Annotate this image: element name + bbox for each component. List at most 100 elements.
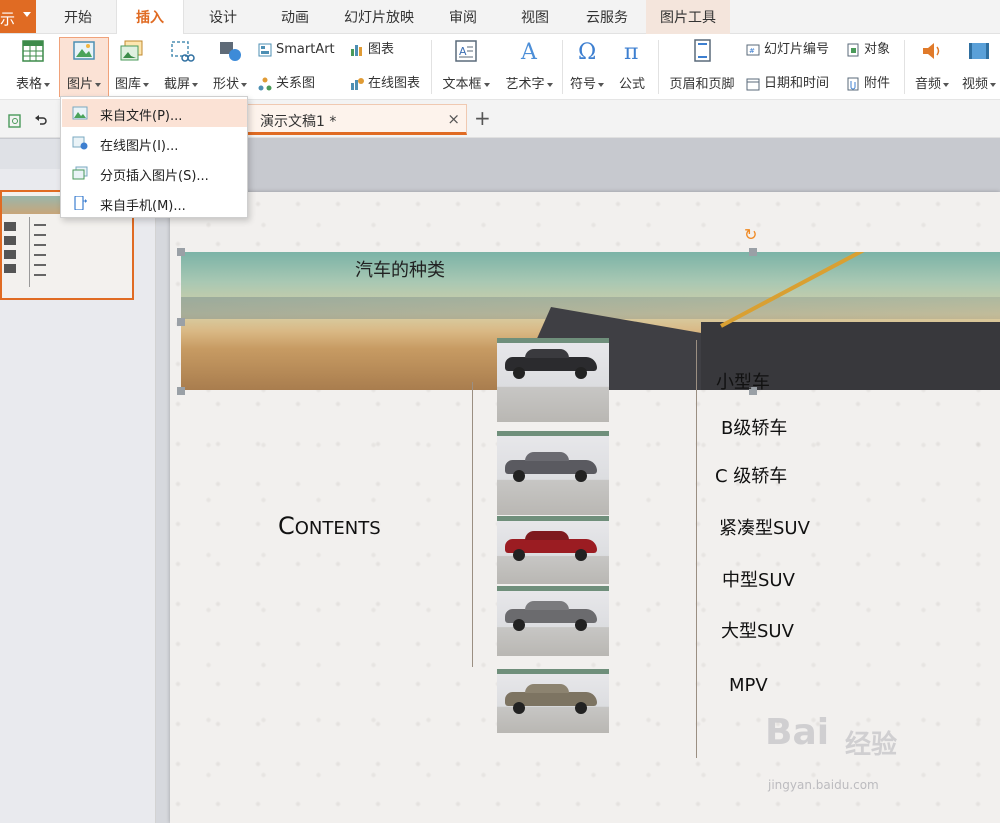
category-item[interactable]: 小型车 bbox=[716, 368, 770, 394]
gallery-icon bbox=[117, 37, 147, 65]
slide-number-label: 幻灯片编号 bbox=[764, 42, 830, 57]
ribbon-tab-strip: 示 开始 插入 设计 动画 幻灯片放映 审阅 视图 云服务 图片工具 bbox=[0, 0, 1000, 35]
screenshot-button[interactable]: 截屏 bbox=[158, 37, 204, 97]
car-image-5[interactable] bbox=[497, 669, 609, 733]
car-image-3[interactable] bbox=[497, 516, 609, 584]
tab-slideshow[interactable]: 幻灯片放映 bbox=[336, 0, 422, 34]
picture-icon bbox=[69, 37, 99, 65]
attachment-icon bbox=[846, 77, 860, 91]
category-item[interactable]: 中型SUV bbox=[722, 566, 795, 592]
undo-icon[interactable] bbox=[34, 112, 48, 131]
online-picture-icon bbox=[72, 136, 88, 150]
smartart-label: SmartArt bbox=[276, 42, 335, 57]
car-image-2[interactable] bbox=[497, 431, 609, 515]
slide-number-button[interactable]: # 幻灯片编号 bbox=[746, 40, 829, 60]
tab-design[interactable]: 设计 bbox=[192, 0, 254, 34]
screenshot-label: 截屏 bbox=[163, 77, 190, 92]
relation-diagram-label: 关系图 bbox=[276, 76, 316, 91]
shape-button[interactable]: 形状 bbox=[208, 37, 252, 97]
smartart-button[interactable]: SmartArt bbox=[258, 40, 335, 60]
ribbon-separator bbox=[904, 40, 905, 94]
online-chart-icon bbox=[350, 77, 364, 91]
new-tab-button[interactable]: + bbox=[474, 106, 491, 130]
picture-file-icon bbox=[72, 106, 88, 120]
gallery-button[interactable]: 图库 bbox=[110, 37, 154, 97]
audio-label: 音频 bbox=[914, 77, 941, 92]
formula-button[interactable]: π 公式 bbox=[612, 37, 652, 97]
panel-scrollbar[interactable] bbox=[156, 139, 170, 823]
svg-text:A: A bbox=[520, 40, 538, 65]
attachment-button[interactable]: 附件 bbox=[846, 74, 890, 94]
online-chart-button[interactable]: 在线图表 bbox=[350, 74, 420, 94]
video-icon bbox=[964, 37, 994, 65]
ribbon-separator bbox=[431, 40, 432, 94]
category-item[interactable]: MPV bbox=[729, 675, 768, 696]
picture-button[interactable]: 图片 bbox=[60, 37, 108, 97]
resize-handle[interactable] bbox=[177, 387, 185, 395]
attachment-label: 附件 bbox=[864, 76, 891, 91]
chart-button[interactable]: 图表 bbox=[350, 40, 394, 60]
ribbon-separator bbox=[658, 40, 659, 94]
menu-item-online-picture[interactable]: 在线图片(I)... bbox=[62, 129, 247, 157]
ribbon-separator bbox=[562, 40, 563, 94]
resize-handle[interactable] bbox=[177, 318, 185, 326]
menu-item-label: 在线图片(I)... bbox=[100, 139, 179, 154]
picture-label: 图片 bbox=[66, 77, 93, 92]
category-item[interactable]: 大型SUV bbox=[721, 617, 794, 643]
relation-diagram-button[interactable]: 关系图 bbox=[258, 74, 315, 94]
category-item[interactable]: C 级轿车 bbox=[715, 462, 787, 488]
tab-view[interactable]: 视图 bbox=[504, 0, 566, 34]
app-menu-label: 示 bbox=[0, 10, 16, 28]
tab-insert[interactable]: 插入 bbox=[116, 0, 184, 35]
menu-item-from-phone[interactable]: 来自手机(M)... bbox=[62, 189, 247, 217]
tab-review[interactable]: 审阅 bbox=[432, 0, 494, 34]
car-image-4[interactable] bbox=[497, 586, 609, 656]
object-label: 对象 bbox=[864, 42, 891, 57]
rotate-handle-icon[interactable]: ↻ bbox=[744, 225, 757, 244]
header-footer-label: 页眉和页脚 bbox=[669, 77, 735, 92]
header-footer-button[interactable]: 页眉和页脚 bbox=[664, 37, 740, 97]
audio-button[interactable]: 音频 bbox=[910, 37, 954, 97]
resize-handle[interactable] bbox=[749, 248, 757, 256]
menu-item-label: 分页插入图片(S)... bbox=[100, 169, 209, 184]
object-button[interactable]: 对象 bbox=[846, 40, 890, 60]
tab-cloud[interactable]: 云服务 bbox=[576, 0, 638, 34]
shape-label: 形状 bbox=[212, 77, 239, 92]
phone-icon bbox=[72, 195, 88, 211]
resize-handle[interactable] bbox=[177, 248, 185, 256]
date-time-button[interactable]: 日期和时间 bbox=[746, 74, 829, 94]
svg-text:π: π bbox=[624, 40, 638, 65]
slide-title[interactable]: 汽车的种类 bbox=[355, 256, 445, 282]
tab-home[interactable]: 开始 bbox=[48, 0, 108, 34]
symbol-button[interactable]: Ω 符号 bbox=[566, 37, 608, 97]
car-image-1[interactable] bbox=[497, 338, 609, 422]
close-icon[interactable]: × bbox=[447, 110, 460, 128]
contents-heading[interactable]: CONTENTS bbox=[278, 512, 381, 540]
table-button[interactable]: 表格 bbox=[10, 37, 56, 97]
category-item[interactable]: B级轿车 bbox=[721, 414, 787, 440]
document-tab-title: 演示文稿1 * bbox=[260, 114, 337, 130]
textbox-label: 文本框 bbox=[442, 77, 482, 92]
tab-picture-tools[interactable]: 图片工具 bbox=[646, 0, 730, 34]
app-menu-button[interactable]: 示 bbox=[0, 0, 36, 33]
contents-initial: C bbox=[278, 512, 295, 540]
category-item[interactable]: 紧凑型SUV bbox=[719, 514, 810, 540]
textbox-icon: A bbox=[451, 37, 481, 65]
pi-icon: π bbox=[617, 37, 647, 65]
omega-icon: Ω bbox=[572, 37, 602, 65]
formula-label: 公式 bbox=[618, 77, 645, 92]
baidu-watermark-url: jingyan.baidu.com bbox=[768, 778, 879, 792]
textbox-button[interactable]: A 文本框 bbox=[438, 37, 494, 97]
header-footer-icon bbox=[687, 37, 717, 65]
tab-animation[interactable]: 动画 bbox=[264, 0, 326, 34]
shapes-icon bbox=[215, 37, 245, 65]
divider-line-left bbox=[472, 382, 473, 667]
menu-item-from-file[interactable]: 来自文件(P)... bbox=[62, 99, 247, 127]
menu-item-batch-insert[interactable]: 分页插入图片(S)... bbox=[62, 159, 247, 187]
wordart-button[interactable]: A 艺术字 bbox=[500, 37, 558, 97]
video-button[interactable]: 视频 bbox=[958, 37, 1000, 97]
divider-line-right bbox=[696, 340, 697, 758]
speaker-icon bbox=[917, 37, 947, 65]
preview-icon[interactable] bbox=[8, 113, 22, 132]
document-tab[interactable]: 演示文稿1 * × bbox=[247, 104, 467, 135]
